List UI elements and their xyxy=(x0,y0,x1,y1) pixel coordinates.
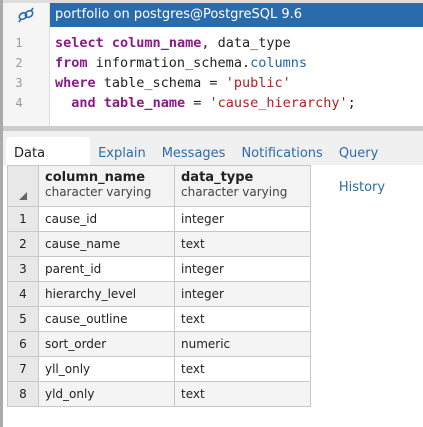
code-line: where table_schema = 'public' xyxy=(55,73,356,93)
table-cell[interactable]: hierarchy_level xyxy=(38,281,175,307)
line-number: 1 xyxy=(15,36,23,50)
table-cell[interactable]: parent_id xyxy=(38,256,175,282)
tab-messages[interactable]: Messages xyxy=(154,137,234,165)
row-number[interactable]: 4 xyxy=(7,281,39,307)
row-number[interactable]: 7 xyxy=(7,356,39,382)
code-token: ; xyxy=(347,95,356,111)
code-token: and xyxy=(71,95,96,111)
table-row[interactable]: 1 cause_id integer xyxy=(7,206,311,232)
table-row[interactable]: 7 yll_only text xyxy=(7,356,311,382)
connection-icon[interactable] xyxy=(3,3,50,27)
table-cell[interactable]: cause_outline xyxy=(38,306,175,332)
table-cell[interactable]: text xyxy=(174,231,311,257)
code-token: table_name xyxy=(103,95,186,111)
code-line: from information_schema.columns xyxy=(55,53,356,73)
column-type: character varying xyxy=(45,185,152,199)
line-number: 4 xyxy=(15,96,23,110)
tab-data-output[interactable]: Data Output xyxy=(6,137,91,195)
code-token: from xyxy=(55,55,88,71)
table-cell[interactable]: yld_only xyxy=(38,381,175,407)
table-row[interactable]: 5 cause_outline text xyxy=(7,306,311,332)
tab-explain[interactable]: Explain xyxy=(90,137,154,165)
line-number-gutter: 1 2 3 4 xyxy=(3,27,50,126)
code-token: 'cause_hierarchy' xyxy=(209,95,348,111)
column-type: character varying xyxy=(181,185,288,199)
table-row[interactable]: 6 sort_order numeric xyxy=(7,331,311,357)
sql-editor[interactable]: 1234 select column_name, data_type from i… xyxy=(3,27,423,126)
sql-code[interactable]: select column_name, data_type from inform… xyxy=(50,27,356,126)
code-token: 'public' xyxy=(225,75,291,91)
code-token: table_schema = xyxy=(95,75,226,91)
code-token: columns xyxy=(250,55,307,71)
table-cell[interactable]: integer xyxy=(174,256,311,282)
table-cell[interactable]: yll_only xyxy=(38,356,175,382)
code-token: where xyxy=(55,75,96,91)
sort-triangle-icon xyxy=(19,192,27,200)
row-number[interactable]: 3 xyxy=(7,256,39,282)
table-row[interactable]: 2 cause_name text xyxy=(7,231,311,257)
code-token: information_schema. xyxy=(87,55,251,71)
code-line: and table_name = 'cause_hierarchy'; xyxy=(55,93,356,113)
row-number[interactable]: 2 xyxy=(7,231,39,257)
code-token: = xyxy=(185,95,210,111)
column-header-column-name[interactable]: column_name character varying xyxy=(38,165,175,207)
table-cell[interactable]: text xyxy=(174,381,311,407)
results-grid: column_name character varying data_type ch… xyxy=(7,165,311,407)
select-all-corner[interactable] xyxy=(7,165,39,207)
table-cell[interactable]: numeric xyxy=(174,331,311,357)
row-number[interactable]: 5 xyxy=(7,306,39,332)
table-cell[interactable]: text xyxy=(174,356,311,382)
column-name: column_name xyxy=(45,170,146,185)
code-line: select column_name, data_type xyxy=(55,33,356,53)
tab-query-history[interactable]: Query History xyxy=(331,137,423,195)
code-token: , data_type xyxy=(201,35,291,51)
table-row[interactable]: 3 parent_id integer xyxy=(7,256,311,282)
table-cell[interactable]: cause_id xyxy=(38,206,175,232)
tab-notifications[interactable]: Notifications xyxy=(233,137,330,165)
column-name: data_type xyxy=(181,170,254,185)
table-row[interactable]: 4 hierarchy_level integer xyxy=(7,281,311,307)
connection-title: portfolio on postgres@PostgreSQL 9.6 xyxy=(50,3,423,27)
table-cell[interactable]: integer xyxy=(174,206,311,232)
results-tabs: Data OutputExplainMessagesNotificationsQ… xyxy=(6,137,423,195)
table-cell[interactable]: sort_order xyxy=(38,331,175,357)
row-number[interactable]: 6 xyxy=(7,331,39,357)
row-number[interactable]: 1 xyxy=(7,206,39,232)
column-header-data-type[interactable]: data_type character varying xyxy=(174,165,311,207)
table-cell[interactable]: cause_name xyxy=(38,231,175,257)
table-cell[interactable]: text xyxy=(174,306,311,332)
query-title-bar: portfolio on postgres@PostgreSQL 9.6 xyxy=(3,3,423,27)
line-number: 2 xyxy=(15,56,23,70)
line-number: 3 xyxy=(15,76,23,90)
table-row[interactable]: 8 yld_only text xyxy=(7,381,311,407)
code-token: select xyxy=(55,35,104,51)
table-cell[interactable]: integer xyxy=(174,281,311,307)
row-number[interactable]: 8 xyxy=(7,381,39,407)
code-token: column_name xyxy=(111,35,202,51)
